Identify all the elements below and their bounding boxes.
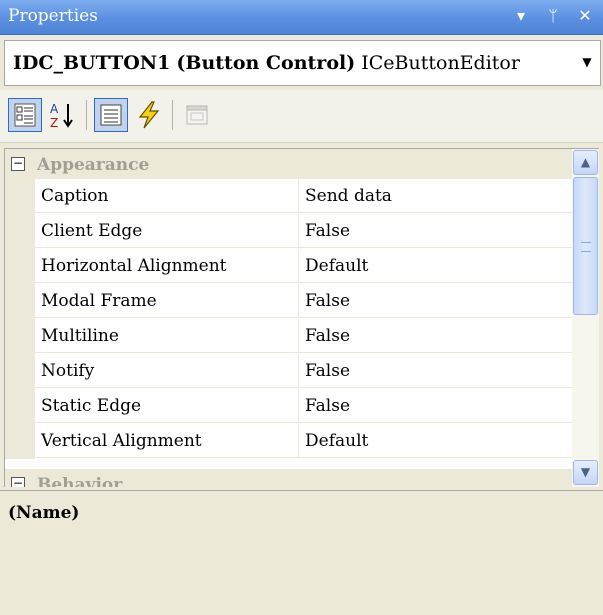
property-value[interactable]: Default xyxy=(299,424,573,458)
property-row-notify[interactable]: Notify False xyxy=(5,354,573,389)
svg-text:A: A xyxy=(50,102,59,116)
property-value[interactable]: Send data xyxy=(299,179,573,213)
property-pages-icon xyxy=(186,105,208,125)
row-gutter xyxy=(5,319,35,354)
alphabetical-button[interactable]: A Z xyxy=(46,98,80,132)
property-name: Horizontal Alignment xyxy=(35,249,299,283)
row-gutter xyxy=(5,284,35,319)
properties-icon xyxy=(100,104,122,126)
categorized-button[interactable] xyxy=(8,98,42,132)
property-row-static-edge[interactable]: Static Edge False xyxy=(5,389,573,424)
property-row-client-edge[interactable]: Client Edge False xyxy=(5,214,573,249)
property-value[interactable]: False xyxy=(299,284,573,318)
title-bar[interactable]: Properties ▾ ᛘ ✕ xyxy=(0,0,603,35)
row-gutter xyxy=(5,249,35,284)
category-appearance[interactable]: − Appearance xyxy=(5,149,573,179)
scroll-up-button[interactable]: ▲ xyxy=(573,150,598,175)
property-grid: − Appearance Caption Send data Client Ed… xyxy=(4,148,573,487)
property-row-modal-frame[interactable]: Modal Frame False xyxy=(5,284,573,319)
properties-toolbar: A Z xyxy=(0,90,603,143)
property-value[interactable]: Default xyxy=(299,249,573,283)
chevron-down-icon[interactable]: ▾ xyxy=(510,5,532,27)
object-editor: ICeButtonEditor xyxy=(361,52,520,74)
chevron-up-icon: ▲ xyxy=(580,155,591,169)
pin-icon[interactable]: ᛘ xyxy=(542,5,564,27)
properties-button[interactable] xyxy=(94,98,128,132)
object-selector[interactable]: IDC_BUTTON1 (Button Control) ICeButtonEd… xyxy=(4,40,601,86)
toolbar-separator xyxy=(172,100,173,130)
property-value[interactable]: False xyxy=(299,319,573,353)
collapse-icon[interactable]: − xyxy=(11,157,25,171)
property-row-horizontal-alignment[interactable]: Horizontal Alignment Default xyxy=(5,249,573,284)
property-name: Static Edge xyxy=(35,389,299,423)
properties-window: Properties ▾ ᛘ ✕ IDC_BUTTON1 (Button Con… xyxy=(0,0,603,615)
property-row-vertical-alignment[interactable]: Vertical Alignment Default xyxy=(5,424,573,459)
vertical-scrollbar[interactable]: ▲ ▼ xyxy=(572,148,599,487)
property-value[interactable]: False xyxy=(299,389,573,423)
category-label: Behavior xyxy=(37,475,123,487)
property-name: Multiline xyxy=(35,319,299,353)
row-gutter xyxy=(5,424,35,459)
row-gutter xyxy=(5,179,35,214)
dropdown-arrow-icon: ▼ xyxy=(582,55,592,69)
property-name: Vertical Alignment xyxy=(35,424,299,458)
toolbar-separator xyxy=(86,100,87,130)
category-behavior[interactable]: − Behavior xyxy=(5,469,573,487)
property-name: Caption xyxy=(35,179,299,213)
property-row-caption[interactable]: Caption Send data xyxy=(5,179,573,214)
collapse-icon[interactable]: − xyxy=(11,477,25,487)
scroll-thumb[interactable] xyxy=(573,177,598,315)
close-icon[interactable]: ✕ xyxy=(574,5,596,27)
description-title: (Name) xyxy=(8,503,80,523)
chevron-down-icon: ▼ xyxy=(580,465,591,479)
window-title: Properties xyxy=(8,6,98,26)
property-value[interactable]: False xyxy=(299,214,573,248)
events-icon xyxy=(138,101,160,129)
row-gutter xyxy=(5,354,35,389)
svg-text:Z: Z xyxy=(50,116,58,130)
scroll-grip-icon xyxy=(581,242,591,252)
property-row-multiline[interactable]: Multiline False xyxy=(5,319,573,354)
scroll-down-button[interactable]: ▼ xyxy=(573,460,598,485)
property-name: Client Edge xyxy=(35,214,299,248)
property-name: Modal Frame xyxy=(35,284,299,318)
events-button[interactable] xyxy=(132,98,166,132)
categorized-icon xyxy=(14,103,36,127)
object-selector-dropdown-button[interactable]: ▼ xyxy=(576,43,598,81)
property-pages-button[interactable] xyxy=(180,98,214,132)
alphabetical-icon: A Z xyxy=(50,102,73,130)
property-name: Notify xyxy=(35,354,299,388)
row-gutter xyxy=(5,389,35,424)
object-type: (Button Control) xyxy=(176,52,356,74)
property-value[interactable]: False xyxy=(299,354,573,388)
object-name: IDC_BUTTON1 xyxy=(13,52,171,74)
category-label: Appearance xyxy=(37,155,150,175)
row-gutter xyxy=(5,214,35,249)
description-pane: (Name) xyxy=(0,490,603,615)
object-selector-text: IDC_BUTTON1 (Button Control) ICeButtonEd… xyxy=(13,52,520,74)
